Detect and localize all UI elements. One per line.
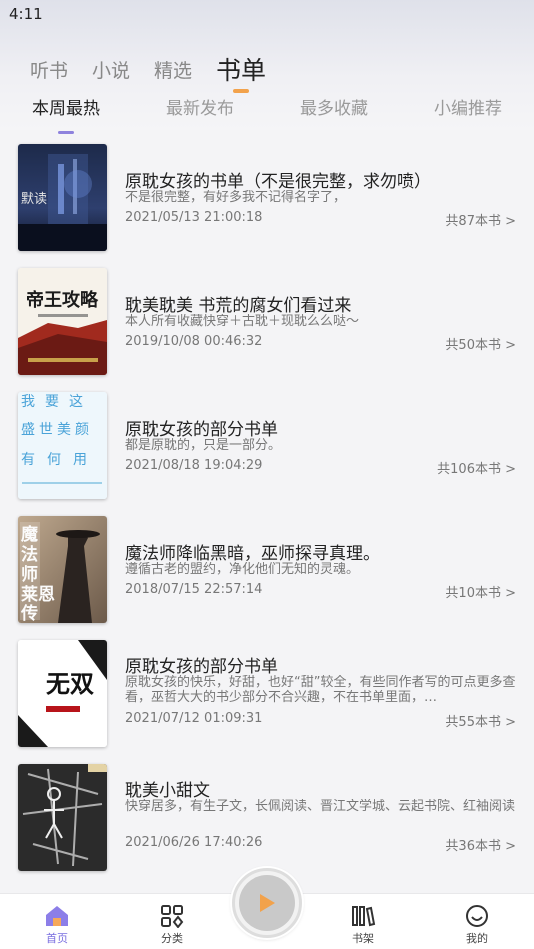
booklist-item[interactable]: 耽美小甜文 快穿居多，有生子文，长佩阅读、晋江文学城、云起书院、红袖阅读 202… [0, 760, 534, 884]
booklist-desc: 快穿居多，有生子文，长佩阅读、晋江文学城、云起书院、红袖阅读 [125, 799, 516, 814]
tab-booklist[interactable]: 书单 [216, 56, 266, 93]
booklist-item[interactable]: 魔 法 师 莱恩 传 魔法师降临黑暗，巫师探寻真理。 遵循古老的盟约，净化他们无… [0, 512, 534, 636]
nav-profile-label: 我的 [466, 932, 488, 945]
audio-play-button[interactable] [232, 868, 302, 938]
nav-home-label: 首页 [46, 932, 68, 945]
nav-home[interactable]: 首页 [27, 904, 87, 946]
nav-category-label: 分类 [161, 932, 183, 945]
booklist-cover: 帝王攻略 [18, 268, 107, 375]
booklist-title: 原耽女孩的部分书单 [125, 657, 278, 677]
booklist-date: 2019/10/08 00:46:32 [125, 334, 263, 349]
bookshelf-icon [352, 906, 376, 927]
tab-audiobook[interactable]: 听书 [30, 56, 68, 86]
sub-tabs: 本周最热 最新发布 最多收藏 小编推荐 [0, 95, 534, 134]
cover-title-line3: 有何用 [21, 452, 99, 468]
booklist-item[interactable]: 无双 原耽女孩的部分书单 原耽女孩的快乐，好甜，也好“甜”较全，有些同作者写的可… [0, 636, 534, 760]
tab-featured[interactable]: 精选 [154, 56, 192, 86]
nav-profile[interactable]: 我的 [447, 904, 507, 946]
status-time: 4:11 [9, 5, 43, 23]
booklist-desc: 本人所有收藏快穿＋古耽＋现耽么么哒～ [125, 314, 360, 329]
subtab-weekly-hot[interactable]: 本周最热 [32, 95, 100, 134]
booklist-item[interactable]: 帝王攻略 耽美耽美 书荒的腐女们看过来 本人所有收藏快穿＋古耽＋现耽么么哒～ 2… [0, 264, 534, 388]
subtab-latest[interactable]: 最新发布 [166, 95, 234, 131]
booklist-count[interactable]: 共87本书 > [445, 210, 516, 229]
booklist-title: 耽美小甜文 [125, 781, 210, 801]
cover-title: 默读 [21, 191, 47, 207]
play-icon [260, 894, 275, 912]
main-tabs: 听书 小说 精选 书单 [30, 50, 290, 93]
cover-title-line3: 师 [21, 564, 38, 585]
booklist-cover: 无双 [18, 640, 107, 747]
booklist-date: 2021/07/12 01:09:31 [125, 711, 263, 726]
booklist-count[interactable]: 共36本书 > [445, 835, 516, 854]
cover-title-line1: 我要这 [21, 393, 93, 410]
cover-title-line1: 魔 [21, 524, 38, 545]
booklist-item[interactable]: 默读 原耽女孩的书单（不是很完整，求勿喷） 不是很完整，有好多我不记得名字了， … [0, 140, 534, 264]
home-icon [46, 906, 68, 926]
booklist-desc: 原耽女孩的快乐，好甜，也好“甜”较全，有些同作者写的可点更多查看，巫哲大大的书少… [125, 675, 516, 705]
booklist-desc: 都是原耽的，只是一部分。 [125, 438, 282, 453]
booklist-date: 2021/08/18 19:04:29 [125, 458, 263, 473]
booklist-date: 2021/06/26 17:40:26 [125, 835, 263, 850]
nav-bookshelf-label: 书架 [352, 932, 374, 945]
booklist-cover: 我要这 盛世美颜 有何用 [18, 392, 107, 499]
booklist-date: 2018/07/15 22:57:14 [125, 582, 263, 597]
booklist-title: 原耽女孩的部分书单 [125, 420, 278, 440]
booklist-title: 原耽女孩的书单（不是很完整，求勿喷） [125, 172, 431, 192]
booklist-count[interactable]: 共55本书 > [445, 711, 516, 730]
profile-icon [466, 905, 488, 927]
subtab-most-favorited[interactable]: 最多收藏 [300, 95, 368, 131]
booklist-title: 魔法师降临黑暗，巫师探寻真理。 [125, 544, 380, 564]
cover-title: 帝王攻略 [26, 289, 99, 311]
booklist-item[interactable]: 我要这 盛世美颜 有何用 原耽女孩的部分书单 都是原耽的，只是一部分。 2021… [0, 388, 534, 512]
tab-novel[interactable]: 小说 [92, 56, 130, 86]
booklist-desc: 不是很完整，有好多我不记得名字了， [125, 190, 347, 205]
booklist-count[interactable]: 共10本书 > [445, 582, 516, 601]
cover-title-line4: 莱恩 [21, 585, 55, 605]
cover-title-line2: 法 [21, 544, 38, 565]
cover-title: 无双 [46, 669, 94, 698]
cover-title-line2: 盛世美颜 [21, 422, 93, 438]
booklist-count[interactable]: 共106本书 > [437, 458, 516, 477]
booklist-cover [18, 764, 107, 871]
booklist-cover: 默读 [18, 144, 107, 251]
booklist-title: 耽美耽美 书荒的腐女们看过来 [125, 296, 352, 316]
booklist-date: 2021/05/13 21:00:18 [125, 210, 263, 225]
booklist-cover: 魔 法 师 莱恩 传 [18, 516, 107, 623]
booklist-count[interactable]: 共50本书 > [445, 334, 516, 353]
category-icon [161, 905, 184, 928]
subtab-editor-picks[interactable]: 小编推荐 [434, 95, 502, 131]
booklist-desc: 遵循古老的盟约，净化他们无知的灵魂。 [125, 562, 360, 577]
nav-category[interactable]: 分类 [142, 904, 202, 946]
cover-title-line5: 传 [20, 603, 38, 623]
nav-bookshelf[interactable]: 书架 [333, 904, 393, 946]
